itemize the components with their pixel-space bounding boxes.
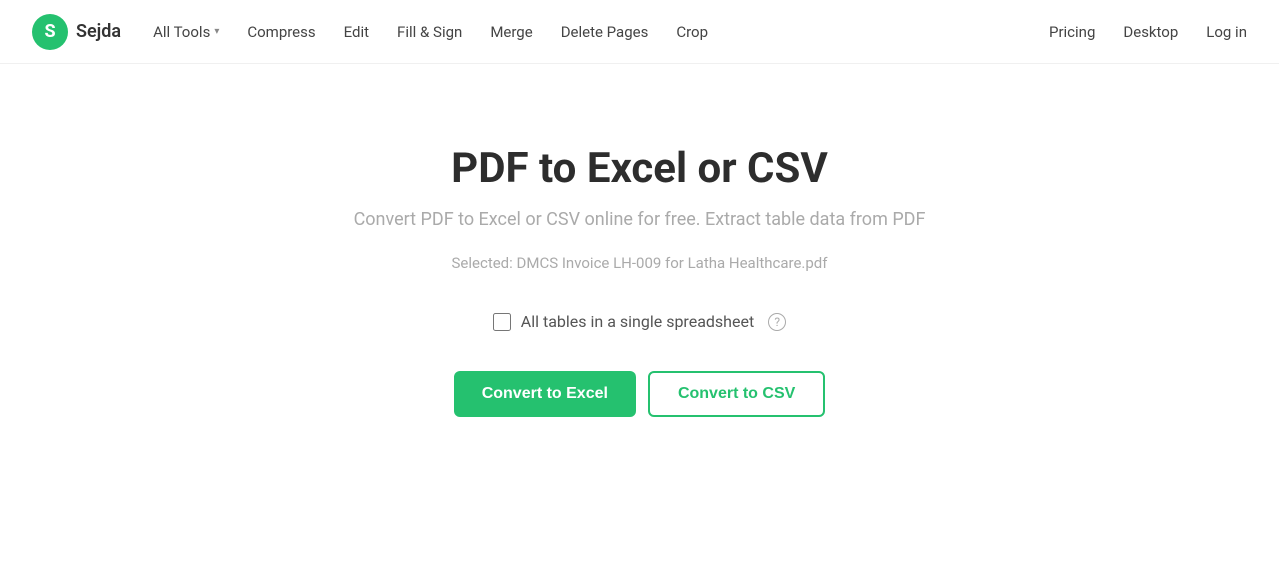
nav-link-login[interactable]: Log in	[1206, 23, 1247, 41]
logo-icon: S	[32, 14, 68, 50]
navbar-left: S Sejda All Tools ▾ Compress Edit Fill &…	[32, 14, 708, 50]
selected-file-label: Selected:	[452, 254, 513, 272]
single-spreadsheet-checkbox[interactable]	[493, 313, 511, 331]
chevron-down-icon: ▾	[214, 26, 219, 37]
logo[interactable]: S Sejda	[32, 14, 121, 50]
page-subtitle: Convert PDF to Excel or CSV online for f…	[354, 209, 926, 230]
convert-to-excel-button[interactable]: Convert to Excel	[454, 371, 636, 417]
selected-file-info: Selected: DMCS Invoice LH-009 for Latha …	[452, 254, 828, 272]
nav-links-left: All Tools ▾ Compress Edit Fill & Sign Me…	[153, 23, 708, 41]
main-content: PDF to Excel or CSV Convert PDF to Excel…	[0, 64, 1279, 417]
checkbox-row: All tables in a single spreadsheet ?	[493, 312, 786, 331]
page-title: PDF to Excel or CSV	[451, 144, 828, 193]
nav-link-compress[interactable]: Compress	[247, 23, 315, 41]
navbar-right: Pricing Desktop Log in	[1049, 23, 1247, 41]
nav-link-pricing[interactable]: Pricing	[1049, 23, 1095, 41]
convert-to-csv-button[interactable]: Convert to CSV	[648, 371, 825, 417]
nav-link-delete-pages[interactable]: Delete Pages	[561, 23, 649, 41]
nav-link-merge[interactable]: Merge	[490, 23, 532, 41]
logo-text: Sejda	[76, 21, 121, 42]
nav-link-crop[interactable]: Crop	[676, 23, 708, 41]
selected-file-name: DMCS Invoice LH-009 for Latha Healthcare…	[517, 254, 828, 272]
help-icon[interactable]: ?	[768, 313, 786, 331]
nav-link-edit[interactable]: Edit	[344, 23, 369, 41]
nav-link-fill-sign[interactable]: Fill & Sign	[397, 23, 462, 41]
checkbox-label[interactable]: All tables in a single spreadsheet	[521, 312, 754, 331]
nav-link-desktop[interactable]: Desktop	[1123, 23, 1178, 41]
nav-link-all-tools[interactable]: All Tools ▾	[153, 23, 219, 41]
navbar: S Sejda All Tools ▾ Compress Edit Fill &…	[0, 0, 1279, 64]
buttons-row: Convert to Excel Convert to CSV	[454, 371, 826, 417]
